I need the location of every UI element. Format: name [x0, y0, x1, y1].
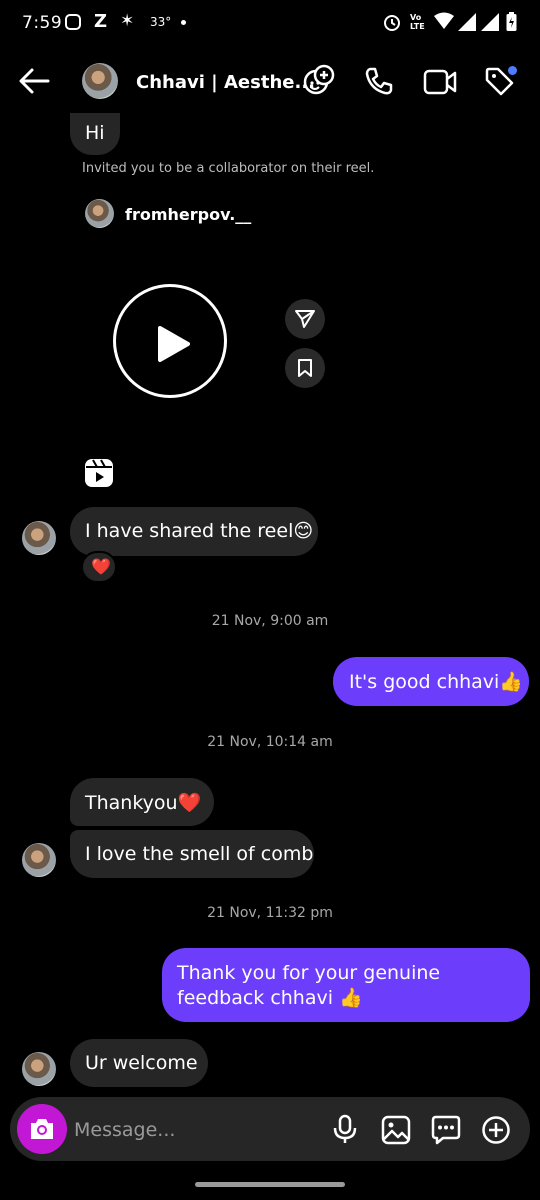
reels-icon	[84, 458, 114, 492]
sender-avatar[interactable]	[22, 843, 56, 877]
message-text: I love the smell of comb	[85, 843, 314, 865]
message-bubble-welcome[interactable]: Ur welcome	[70, 1039, 208, 1087]
sender-avatar[interactable]	[22, 1052, 56, 1086]
temperature: 33°	[150, 15, 172, 29]
sender-avatar[interactable]	[22, 521, 56, 555]
volte-icon: Vo LTE	[410, 13, 425, 31]
play-button[interactable]	[113, 284, 227, 398]
weather-icon: ✶	[120, 11, 135, 31]
timestamp: 21 Nov, 11:32 pm	[207, 905, 333, 921]
reel-owner-avatar[interactable]	[85, 199, 114, 228]
alarm-icon	[382, 12, 402, 37]
message-text: Hi	[85, 122, 105, 144]
message-text: It's good chhavi👍	[349, 671, 523, 693]
bookmark-icon	[298, 359, 312, 377]
timestamp: 21 Nov, 9:00 am	[211, 613, 329, 629]
send-icon	[295, 310, 315, 328]
message-text: Thank you for your genuine feedback chha…	[177, 962, 441, 1009]
reaction-badge[interactable]: ❤️	[81, 551, 117, 583]
message-bubble-comb[interactable]: I love the smell of comb	[70, 830, 314, 878]
message-bubble-outgoing[interactable]: Thank you for your genuine feedback chha…	[162, 948, 530, 1022]
back-arrow-icon[interactable]	[18, 66, 50, 96]
contact-name[interactable]: Chhavi | Aesthe...	[136, 72, 315, 93]
message-bubble-thankyou[interactable]: Thankyou❤️	[70, 778, 214, 826]
camera-button[interactable]	[17, 1104, 67, 1154]
message-bubble-hi[interactable]: Hi	[70, 113, 120, 155]
heart-reaction: ❤️	[91, 557, 111, 576]
video-call-icon[interactable]	[423, 68, 457, 96]
wifi-icon	[434, 12, 454, 35]
message-bubble-outgoing[interactable]: It's good chhavi👍	[333, 657, 529, 706]
gesture-nav-handle[interactable]	[195, 1182, 345, 1187]
battery-icon	[506, 12, 517, 37]
message-text: Thankyou❤️	[85, 792, 202, 814]
phone-call-icon[interactable]	[364, 66, 394, 96]
instagram-notification-icon	[65, 14, 81, 30]
message-input[interactable]	[72, 1111, 316, 1149]
play-icon	[158, 326, 190, 362]
message-bubble-shared-reel[interactable]: I have shared the reel😊	[70, 507, 318, 556]
message-text: Ur welcome	[85, 1052, 198, 1074]
message-text: I have shared the reel😊	[85, 520, 314, 542]
signal-icon-2	[481, 13, 499, 36]
reel-owner-name[interactable]: fromherpov.__	[125, 205, 251, 224]
z-notification-icon: Z	[94, 11, 108, 32]
chat-header: Chhavi | Aesthe...	[0, 52, 540, 114]
timestamp: 21 Nov, 10:14 am	[207, 734, 333, 750]
status-time: 7:59	[22, 13, 63, 33]
collab-invite-note: Invited you to be a collaborator on thei…	[82, 161, 375, 176]
save-reel-button[interactable]	[285, 348, 325, 388]
dot-icon	[181, 20, 186, 25]
message-composer: .composer input::placeholder{color:#9a9a…	[10, 1097, 530, 1161]
gallery-icon[interactable]	[381, 1115, 411, 1145]
notification-dot	[508, 66, 517, 75]
sticker-chat-icon[interactable]	[431, 1115, 461, 1145]
signal-icon-1	[458, 13, 476, 36]
add-people-icon[interactable]	[302, 64, 336, 98]
camera-icon	[31, 1119, 53, 1139]
reel-card[interactable]: fromherpov.__	[70, 186, 272, 500]
status-bar: 7:59 Z ✶ 33° Vo LTE	[0, 0, 540, 48]
add-more-icon[interactable]	[481, 1115, 511, 1145]
microphone-icon[interactable]	[332, 1114, 358, 1144]
share-reel-button[interactable]	[285, 299, 325, 339]
contact-avatar[interactable]	[82, 63, 118, 99]
